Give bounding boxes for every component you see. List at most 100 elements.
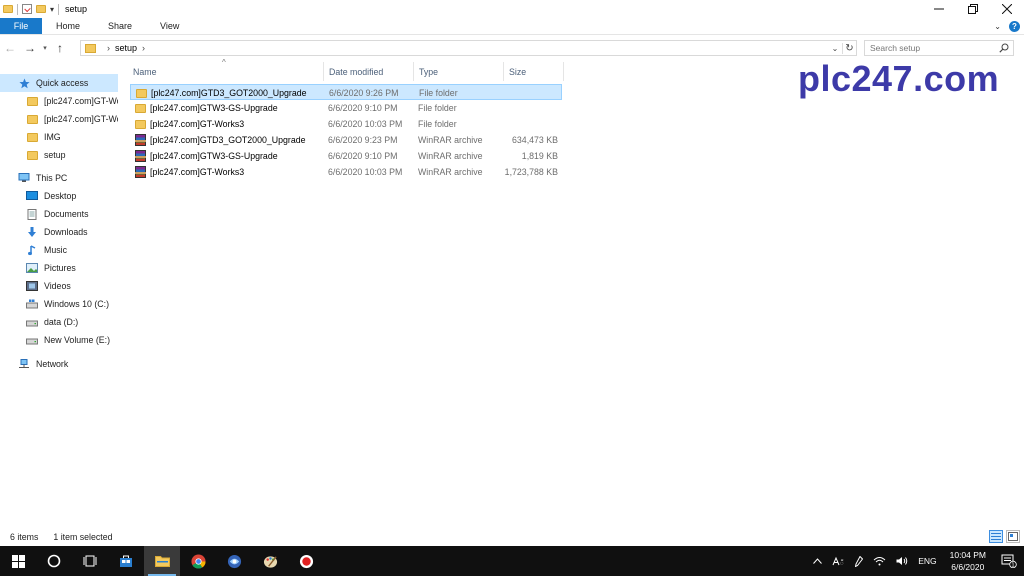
tab-view[interactable]: View [146, 18, 193, 34]
file-list: ^ Name Date modified Type Size [plc247.c… [128, 58, 1024, 527]
file-row[interactable]: [plc247.com]GTW3-GS-Upgrade 6/6/2020 9:1… [130, 148, 562, 164]
file-row[interactable]: [plc247.com]GTD3_GOT2000_Upgrade 6/6/202… [130, 132, 562, 148]
winrar-archive-icon [134, 150, 146, 162]
details-view-button[interactable] [989, 530, 1003, 543]
chevron-right-icon[interactable]: › [107, 43, 110, 53]
minimize-button[interactable] [922, 0, 956, 18]
sidebar-item-label: Music [44, 245, 67, 255]
file-size: 1,723,788 KB [504, 167, 558, 177]
sidebar-item-music[interactable]: Music [0, 241, 118, 259]
address-bar[interactable]: › setup › ⌄ ↻ [80, 40, 857, 56]
sidebar-item-desktop[interactable]: Desktop [0, 187, 118, 205]
store-button[interactable] [108, 546, 144, 576]
sidebar-item-quick-access[interactable]: Quick access [0, 74, 118, 92]
file-size [504, 100, 558, 116]
ribbon-right: ⌄ ? [994, 18, 1024, 34]
file-row[interactable]: [plc247.com]GT-Works3 6/6/2020 10:03 PM … [130, 116, 562, 132]
new-folder-icon[interactable] [36, 5, 46, 13]
sidebar-item-gt-works-1[interactable]: [plc247.com]GT-Wo [0, 92, 118, 110]
wifi-icon[interactable] [868, 556, 891, 566]
column-header-label: Name [133, 66, 157, 77]
folder-icon [85, 43, 96, 53]
column-header-type[interactable]: Type [414, 62, 504, 81]
music-note-icon [26, 244, 38, 256]
search-input[interactable]: Search setup [864, 40, 1014, 56]
documents-icon [26, 208, 38, 220]
folder-icon [26, 114, 38, 125]
file-row[interactable]: [plc247.com]GTW3-GS-Upgrade 6/6/2020 9:1… [130, 100, 562, 116]
tab-share[interactable]: Share [94, 18, 146, 34]
sidebar-item-downloads[interactable]: Downloads [0, 223, 118, 241]
sidebar-item-label: Network [36, 359, 69, 369]
file-row[interactable]: [plc247.com]GT-Works3 6/6/2020 10:03 PM … [130, 164, 562, 180]
chrome-button[interactable] [180, 546, 216, 576]
maximize-button[interactable] [956, 0, 990, 18]
sidebar-item-label: Pictures [44, 263, 76, 273]
sidebar-item-network[interactable]: Network [0, 355, 118, 373]
window-controls [922, 0, 1024, 18]
large-icons-view-button[interactable] [1006, 530, 1020, 543]
sidebar-item-label: data (D:) [44, 317, 79, 327]
column-header-name[interactable]: ^ Name [128, 58, 324, 81]
network-icon [18, 359, 30, 370]
file-name-cell: [plc247.com]GTD3_GOT2000_Upgrade [135, 85, 325, 101]
sidebar-item-drive-c[interactable]: Windows 10 (C:) [0, 295, 118, 313]
back-button[interactable]: ← [0, 41, 20, 55]
file-name: [plc247.com]GTD3_GOT2000_Upgrade [151, 88, 307, 98]
app-button[interactable] [216, 546, 252, 576]
cortana-button[interactable] [36, 546, 72, 576]
sidebar-item-drive-e[interactable]: New Volume (E:) [0, 331, 118, 349]
clock[interactable]: 10:04 PM 6/6/2020 [942, 549, 994, 573]
windows-start-icon [11, 554, 25, 568]
paint-button[interactable] [252, 546, 288, 576]
folder-icon [134, 102, 146, 114]
folder-icon [135, 87, 147, 99]
record-button[interactable] [288, 546, 324, 576]
chevron-right-icon[interactable]: › [142, 43, 145, 53]
folder-icon [26, 132, 38, 143]
input-indicator-icon[interactable]: ᭰ [827, 556, 850, 567]
start-button[interactable] [0, 546, 36, 576]
language-indicator[interactable]: ENG [913, 556, 941, 566]
forward-button[interactable]: → [20, 41, 40, 55]
system-tray: ᭰ ENG 10:04 PM 6/6/2020 1 [808, 546, 1024, 576]
file-size [505, 85, 559, 101]
folder-icon [26, 96, 38, 107]
volume-icon[interactable] [891, 556, 913, 566]
sidebar-item-this-pc[interactable]: This PC [0, 169, 118, 187]
taskbar: ᭰ ENG 10:04 PM 6/6/2020 1 [0, 546, 1024, 576]
task-view-button[interactable] [72, 546, 108, 576]
file-explorer-button[interactable] [144, 546, 180, 576]
sidebar-item-documents[interactable]: Documents [0, 205, 118, 223]
pen-icon[interactable] [850, 555, 868, 567]
close-button[interactable] [990, 0, 1024, 18]
title-bar: ▾ setup [0, 0, 1024, 18]
drive-icon [26, 317, 38, 328]
recent-locations-dropdown[interactable]: ▾ [40, 44, 50, 52]
sidebar-item-label: IMG [44, 132, 61, 142]
column-header-date[interactable]: Date modified [324, 62, 414, 81]
expand-ribbon-icon[interactable]: ⌄ [994, 22, 1001, 31]
sidebar-item-setup[interactable]: setup [0, 146, 118, 164]
tab-home[interactable]: Home [42, 18, 94, 34]
tab-file[interactable]: File [0, 18, 42, 34]
breadcrumb-setup[interactable]: setup [115, 43, 137, 53]
customize-dropdown-icon[interactable]: ▾ [50, 5, 54, 14]
file-row[interactable]: [plc247.com]GTD3_GOT2000_Upgrade 6/6/202… [130, 84, 562, 100]
search-icon[interactable] [999, 43, 1009, 53]
action-center-button[interactable]: 1 [994, 546, 1024, 576]
sidebar-item-pictures[interactable]: Pictures [0, 259, 118, 277]
sidebar-item-img[interactable]: IMG [0, 128, 118, 146]
notification-icon: 1 [1001, 554, 1017, 568]
help-icon[interactable]: ? [1009, 20, 1020, 32]
refresh-icon[interactable]: ↻ [842, 42, 856, 54]
sidebar-item-gt-works-2[interactable]: [plc247.com]GT-Wo [0, 110, 118, 128]
chevron-up-icon[interactable] [808, 558, 827, 564]
properties-icon[interactable] [22, 4, 32, 14]
file-name-cell: [plc247.com]GT-Works3 [134, 116, 324, 132]
up-button[interactable]: ↑ [50, 41, 70, 55]
sidebar-item-videos[interactable]: Videos [0, 277, 118, 295]
address-dropdown-icon[interactable]: ⌄ [828, 44, 842, 53]
column-header-size[interactable]: Size [504, 62, 564, 81]
sidebar-item-drive-d[interactable]: data (D:) [0, 313, 118, 331]
